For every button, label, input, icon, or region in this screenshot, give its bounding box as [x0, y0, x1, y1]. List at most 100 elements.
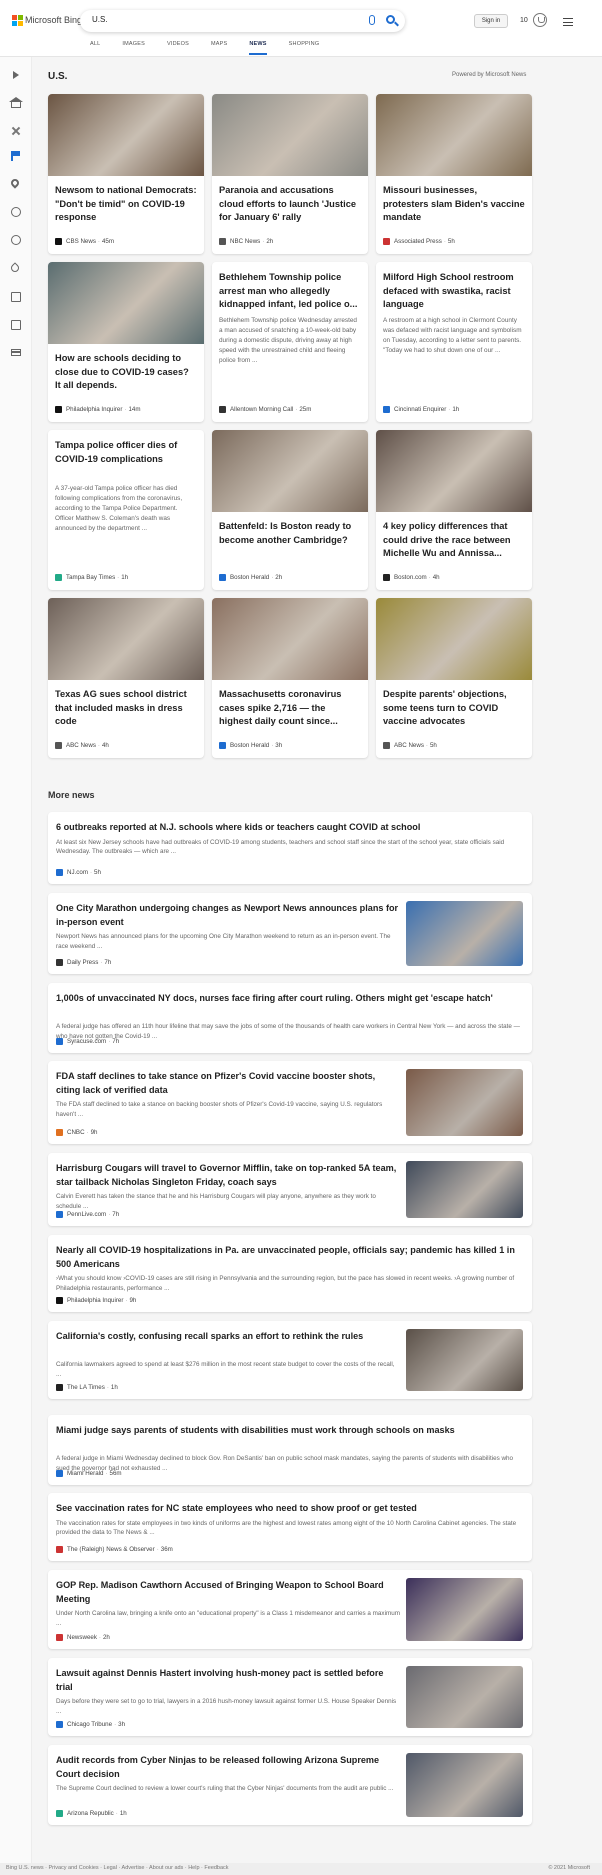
more-news-headline[interactable]: Miami judge says parents of students wit…: [56, 1424, 521, 1438]
news-headline[interactable]: Texas AG sues school district that inclu…: [55, 688, 197, 729]
news-thumbnail[interactable]: [406, 1666, 523, 1728]
news-image[interactable]: [376, 598, 532, 680]
news-card[interactable]: Bethlehem Township police arrest man who…: [212, 262, 368, 422]
news-source[interactable]: PennLive.com · 7h: [56, 1211, 119, 1218]
news-source[interactable]: Boston.com · 4h: [383, 574, 440, 581]
more-news-item[interactable]: Audit records from Cyber Ninjas to be re…: [48, 1745, 532, 1825]
news-source[interactable]: Newsweek · 2h: [56, 1634, 110, 1641]
home-icon[interactable]: [9, 97, 23, 108]
news-headline[interactable]: Paranoia and accusations cloud efforts t…: [219, 184, 361, 225]
news-card[interactable]: Texas AG sues school district that inclu…: [48, 598, 204, 758]
entertainment-icon[interactable]: [11, 292, 21, 302]
location-pin-icon[interactable]: [9, 177, 21, 189]
news-source[interactable]: The LA Times · 1h: [56, 1384, 118, 1391]
more-news-item[interactable]: One City Marathon undergoing changes as …: [48, 893, 532, 974]
more-news-headline[interactable]: 6 outbreaks reported at N.J. schools whe…: [56, 821, 521, 835]
more-news-item[interactable]: Nearly all COVID-19 hospitalizations in …: [48, 1235, 532, 1312]
tab-images[interactable]: IMAGES: [122, 41, 145, 55]
news-image[interactable]: [212, 430, 368, 512]
news-card[interactable]: Massachusetts coronavirus cases spike 2,…: [212, 598, 368, 758]
news-headline[interactable]: Despite parents' objections, some teens …: [383, 688, 525, 729]
news-source[interactable]: Tampa Bay Times · 1h: [55, 574, 128, 581]
news-source[interactable]: Boston Herald · 3h: [219, 742, 282, 749]
rewards-points[interactable]: 10: [520, 17, 528, 24]
search-box[interactable]: U.S.: [80, 10, 405, 32]
tools-icon[interactable]: [11, 126, 21, 136]
news-source[interactable]: Syracuse.com · 7h: [56, 1038, 119, 1045]
news-image[interactable]: [212, 598, 368, 680]
more-news-headline[interactable]: One City Marathon undergoing changes as …: [56, 902, 401, 929]
news-source[interactable]: CNBC · 9h: [56, 1129, 98, 1136]
news-headline[interactable]: Tampa police officer dies of COVID-19 co…: [55, 439, 197, 466]
bing-logo[interactable]: Microsoft Bing: [12, 15, 82, 26]
news-headline[interactable]: 4 key policy differences that could driv…: [383, 520, 525, 561]
politics-icon[interactable]: [11, 235, 21, 245]
sign-in-button[interactable]: Sign in: [474, 14, 508, 28]
search-icon[interactable]: [386, 15, 395, 24]
news-card[interactable]: How are schools deciding to close due to…: [48, 262, 204, 422]
news-source[interactable]: NJ.com · 5h: [56, 869, 101, 876]
news-card[interactable]: Battenfeld: Is Boston ready to become an…: [212, 430, 368, 590]
globe-icon[interactable]: [11, 207, 21, 217]
news-headline[interactable]: Battenfeld: Is Boston ready to become an…: [219, 520, 361, 547]
news-source[interactable]: Arizona Republic · 1h: [56, 1810, 127, 1817]
more-news-headline[interactable]: FDA staff declines to take stance on Pfi…: [56, 1070, 401, 1097]
news-card[interactable]: Newsom to national Democrats: "Don't be …: [48, 94, 204, 254]
news-source[interactable]: The (Raleigh) News & Observer · 36m: [56, 1546, 173, 1553]
footer-links[interactable]: Bing U.S. news · Privacy and Cookies · L…: [6, 1865, 229, 1871]
news-thumbnail[interactable]: [406, 1753, 523, 1817]
microphone-icon[interactable]: [369, 15, 375, 25]
news-thumbnail[interactable]: [406, 1069, 523, 1136]
news-headline[interactable]: Missouri businesses, protesters slam Bid…: [383, 184, 525, 225]
more-news-headline[interactable]: See vaccination rates for NC state emplo…: [56, 1502, 521, 1516]
news-thumbnail[interactable]: [406, 1329, 523, 1391]
more-news-item[interactable]: GOP Rep. Madison Cawthorn Accused of Bri…: [48, 1570, 532, 1649]
more-news-headline[interactable]: Lawsuit against Dennis Hastert involving…: [56, 1667, 401, 1694]
hamburger-menu-icon[interactable]: [563, 18, 573, 26]
expand-chevron-icon[interactable]: [13, 71, 19, 79]
more-news-headline[interactable]: Nearly all COVID-19 hospitalizations in …: [56, 1244, 521, 1271]
news-headline[interactable]: Massachusetts coronavirus cases spike 2,…: [219, 688, 361, 729]
news-image[interactable]: [212, 94, 368, 176]
news-card[interactable]: Missouri businesses, protesters slam Bid…: [376, 94, 532, 254]
news-source[interactable]: NBC News · 2h: [219, 238, 273, 245]
news-thumbnail[interactable]: [406, 1161, 523, 1218]
news-image[interactable]: [376, 430, 532, 512]
more-news-headline[interactable]: 1,000s of unvaccinated NY docs, nurses f…: [56, 992, 521, 1006]
tab-videos[interactable]: VIDEOS: [167, 41, 189, 55]
news-headline[interactable]: Milford High School restroom defaced wit…: [383, 271, 525, 312]
news-image[interactable]: [376, 94, 532, 176]
money-icon[interactable]: [11, 349, 21, 356]
news-headline[interactable]: How are schools deciding to close due to…: [55, 352, 197, 393]
us-flag-icon[interactable]: [11, 151, 21, 161]
science-icon[interactable]: [9, 262, 21, 274]
news-card[interactable]: Tampa police officer dies of COVID-19 co…: [48, 430, 204, 590]
news-source[interactable]: ABC News · 4h: [55, 742, 109, 749]
news-source[interactable]: Daily Press · 7h: [56, 959, 111, 966]
tab-shopping[interactable]: SHOPPING: [289, 41, 320, 55]
news-image[interactable]: [48, 94, 204, 176]
news-source[interactable]: Philadelphia Inquirer · 14m: [55, 406, 141, 413]
more-news-item[interactable]: California's costly, confusing recall sp…: [48, 1321, 532, 1399]
tab-news[interactable]: NEWS: [249, 41, 267, 55]
more-news-headline[interactable]: Harrisburg Cougars will travel to Govern…: [56, 1162, 401, 1189]
more-news-item[interactable]: 6 outbreaks reported at N.J. schools whe…: [48, 812, 532, 884]
news-source[interactable]: Miami Herald · 56m: [56, 1470, 122, 1477]
more-news-headline[interactable]: GOP Rep. Madison Cawthorn Accused of Bri…: [56, 1579, 401, 1606]
business-icon[interactable]: [11, 320, 21, 330]
news-image[interactable]: [48, 598, 204, 680]
tab-all[interactable]: ALL: [90, 41, 100, 55]
news-thumbnail[interactable]: [406, 901, 523, 966]
news-source[interactable]: Philadelphia Inquirer · 9h: [56, 1297, 136, 1304]
news-source[interactable]: Chicago Tribune · 3h: [56, 1721, 125, 1728]
more-news-item[interactable]: Harrisburg Cougars will travel to Govern…: [48, 1153, 532, 1226]
news-headline[interactable]: Newsom to national Democrats: "Don't be …: [55, 184, 197, 225]
more-news-item[interactable]: Miami judge says parents of students wit…: [48, 1415, 532, 1485]
more-news-item[interactable]: Lawsuit against Dennis Hastert involving…: [48, 1658, 532, 1736]
news-card[interactable]: 4 key policy differences that could driv…: [376, 430, 532, 590]
news-source[interactable]: Boston Herald · 2h: [219, 574, 282, 581]
news-thumbnail[interactable]: [406, 1578, 523, 1641]
more-news-item[interactable]: See vaccination rates for NC state emplo…: [48, 1493, 532, 1561]
news-source[interactable]: CBS News · 45m: [55, 238, 114, 245]
more-news-item[interactable]: 1,000s of unvaccinated NY docs, nurses f…: [48, 983, 532, 1053]
